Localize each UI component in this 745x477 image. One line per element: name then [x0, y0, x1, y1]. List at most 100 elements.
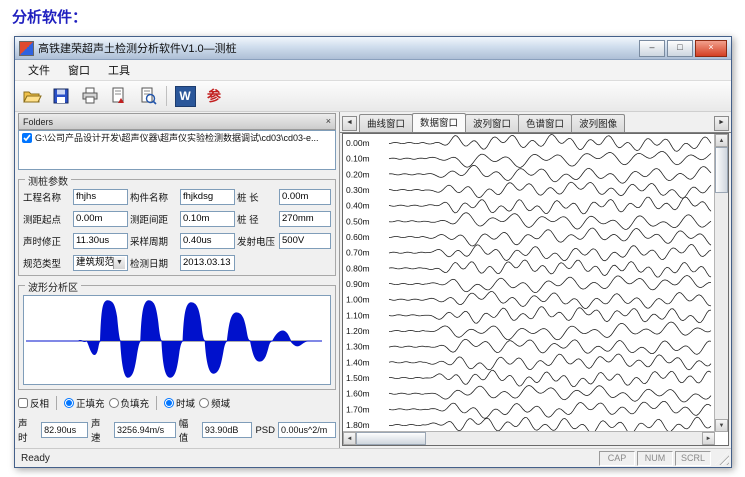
menu-tools[interactable]: 工具	[99, 60, 139, 80]
depth-label: 1.60m	[346, 389, 370, 399]
horizontal-scrollbar[interactable]: ◄ ►	[343, 431, 715, 445]
project-name-field[interactable]: fhjhs	[73, 189, 128, 205]
freq-domain-label: 频域	[211, 396, 230, 410]
save-button[interactable]	[50, 85, 72, 107]
sound-time-correction-field[interactable]: 11.30us	[73, 233, 128, 249]
waveform-trace	[389, 228, 711, 246]
depth-label: 0.70m	[346, 248, 370, 258]
menu-file[interactable]: 文件	[19, 60, 59, 80]
invert-checkbox[interactable]	[18, 398, 28, 408]
sound-time-field[interactable]: 82.90us	[41, 422, 88, 438]
psd-label: PSD	[255, 425, 275, 436]
left-panel: Folders × G:\公司产品设计开发\超声仪器\超声仪实验检测数据调试\c…	[15, 112, 340, 448]
parameter-icon: 参	[207, 86, 221, 106]
folders-close-button[interactable]: ×	[326, 117, 331, 126]
tab-spectrum-window[interactable]: 色谱窗口	[518, 114, 572, 132]
transmit-voltage-field[interactable]: 500V	[279, 233, 331, 249]
depth-label: 1.40m	[346, 357, 370, 367]
start-distance-field[interactable]: 0.00m	[73, 211, 128, 227]
sample-period-field[interactable]: 0.40us	[180, 233, 235, 249]
parameter-button[interactable]: 参	[203, 85, 225, 107]
time-domain-control[interactable]: 时域	[164, 396, 195, 410]
tab-data-window[interactable]: 数据窗口	[412, 113, 466, 132]
scroll-up-button[interactable]: ▲	[715, 134, 728, 147]
chevron-down-icon[interactable]: ▼	[113, 257, 125, 269]
folders-list: G:\公司产品设计开发\超声仪器\超声仪实验检测数据调试\cd03\cd03-e…	[18, 130, 336, 170]
word-export-button[interactable]: W	[174, 85, 196, 107]
tab-scroll-left-button[interactable]: ◄	[342, 116, 357, 131]
fill-negative-radio[interactable]	[109, 398, 119, 408]
pile-params-title: 测桩参数	[25, 173, 71, 188]
status-bar: Ready CAPNUMSCRL	[15, 448, 731, 467]
minimize-button[interactable]: –	[639, 40, 665, 57]
toolbar: W 参	[15, 81, 731, 112]
point-spacing-label: 测距间距	[130, 212, 178, 226]
freq-domain-control[interactable]: 频域	[199, 396, 230, 410]
menu-window[interactable]: 窗口	[59, 60, 99, 80]
open-file-button[interactable]	[21, 85, 43, 107]
waveform-trace	[389, 152, 711, 168]
printer-icon	[80, 86, 100, 106]
freq-domain-radio[interactable]	[199, 398, 209, 408]
invert-control[interactable]: 反相	[18, 396, 49, 410]
amplitude-field[interactable]: 93.90dB	[202, 422, 253, 438]
print-preview-button[interactable]	[137, 85, 159, 107]
controls-separator-2	[156, 396, 157, 410]
waveform-traces[interactable]: 0.00m0.10m0.20m0.30m0.40m0.50m0.60m0.70m…	[343, 134, 715, 432]
standard-type-select[interactable]: 建筑规范▼	[73, 255, 128, 271]
waveform-plot[interactable]	[23, 295, 331, 385]
waveform-trace	[389, 260, 711, 277]
waveform-list-area: 0.00m0.10m0.20m0.30m0.40m0.50m0.60m0.70m…	[342, 133, 729, 446]
point-spacing-field[interactable]: 0.10m	[180, 211, 235, 227]
waveform-trace	[389, 401, 711, 418]
depth-label: 1.50m	[346, 373, 370, 383]
depth-label: 0.10m	[346, 154, 370, 164]
horizontal-scroll-thumb[interactable]	[356, 432, 426, 445]
waveform-trace	[389, 307, 711, 324]
transmit-voltage-label: 发射电压	[237, 234, 277, 248]
sound-velocity-field[interactable]: 3256.94m/s	[114, 422, 176, 438]
title-bar[interactable]: 高铁建荣超声土检测分析软件V1.0—测桩 – □ ×	[15, 37, 731, 60]
app-window: 高铁建荣超声土检测分析软件V1.0—测桩 – □ × 文件窗口工具	[14, 36, 732, 468]
close-button[interactable]: ×	[695, 40, 727, 57]
depth-label: 0.60m	[346, 232, 370, 242]
scroll-down-button[interactable]: ▼	[715, 419, 728, 432]
folder-checkbox[interactable]	[22, 133, 32, 143]
tab-waveimage[interactable]: 波列图像	[571, 114, 625, 132]
fill-positive-control[interactable]: 正填充	[64, 396, 105, 410]
waveform-list-svg: 0.00m0.10m0.20m0.30m0.40m0.50m0.60m0.70m…	[343, 134, 715, 432]
pile-length-field[interactable]: 0.00m	[279, 189, 331, 205]
vertical-scrollbar[interactable]: ▲ ▼	[714, 134, 728, 432]
component-name-field[interactable]: fhjkdsg	[180, 189, 235, 205]
scroll-left-button[interactable]: ◄	[343, 432, 356, 445]
standard-type-label: 规范类型	[23, 256, 71, 270]
pile-diameter-field[interactable]: 270mm	[279, 211, 331, 227]
fill-positive-radio[interactable]	[64, 398, 74, 408]
depth-label: 1.30m	[346, 342, 370, 352]
tab-scroll-right-button[interactable]: ►	[714, 116, 729, 131]
fill-negative-control[interactable]: 负填充	[109, 396, 150, 410]
tab-wavelist-window[interactable]: 波列窗口	[465, 114, 519, 132]
test-date-field[interactable]: 2013.03.13	[180, 255, 235, 271]
measurement-readouts: 声 时82.90us声 速3256.94m/s幅 值93.90dBPSD0.00…	[18, 416, 336, 444]
tab-curve-window[interactable]: 曲线窗口	[359, 114, 413, 132]
waveform-trace	[389, 417, 711, 432]
psd-field[interactable]: 0.00us^2/m	[278, 422, 336, 438]
pile-diameter-label: 桩 径	[237, 212, 277, 226]
resize-grip[interactable]	[715, 451, 729, 465]
sound-time-correction-label: 声时修正	[23, 234, 71, 248]
waveform-trace	[389, 291, 711, 308]
time-domain-radio[interactable]	[164, 398, 174, 408]
maximize-button[interactable]: □	[667, 40, 693, 57]
caps-lock-indicator: CAP	[599, 451, 635, 466]
folder-item[interactable]: G:\公司产品设计开发\超声仪器\超声仪实验检测数据调试\cd03\cd03-e…	[22, 133, 332, 144]
folders-title: Folders	[23, 117, 53, 127]
export-button[interactable]	[108, 85, 130, 107]
waveform-analysis-group: 波形分析区	[18, 285, 336, 390]
scroll-right-button[interactable]: ►	[702, 432, 715, 445]
depth-label: 0.40m	[346, 201, 370, 211]
print-button[interactable]	[79, 85, 101, 107]
start-distance-label: 测距起点	[23, 212, 71, 226]
vertical-scroll-thumb[interactable]	[715, 147, 728, 193]
status-indicators: CAPNUMSCRL	[597, 451, 711, 466]
